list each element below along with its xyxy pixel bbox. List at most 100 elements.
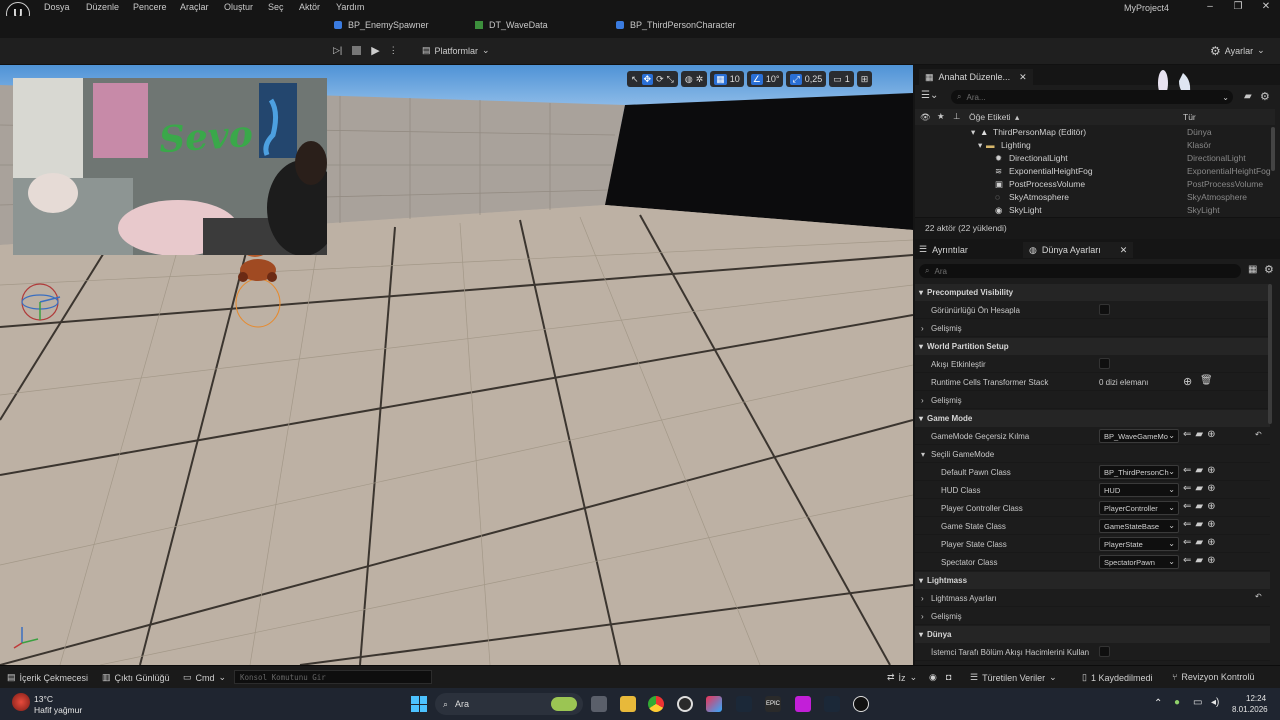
use-selected-icon[interactable]: ⇐ [1183, 501, 1191, 512]
add-icon[interactable]: ⊕ [1207, 537, 1215, 548]
weather-temp[interactable]: 13°C [34, 694, 53, 704]
outliner-search-input[interactable]: ⌕ Ara... ⌄ [951, 90, 1233, 104]
task-view-icon[interactable] [591, 696, 607, 712]
platforms-button[interactable]: ▤ Platformlar ⌄ [422, 42, 490, 59]
tab-details[interactable]: ☰ Ayrıntılar [919, 244, 968, 255]
tab-outliner[interactable]: ▦ Anahat Düzenle... ✕ [919, 69, 1033, 85]
filter-icon[interactable]: ☰⌄ [921, 90, 938, 101]
play-icon[interactable]: ▶ [371, 44, 379, 57]
steam-icon[interactable] [824, 696, 840, 712]
add-icon[interactable]: ⊕ [1207, 555, 1215, 566]
gamemode-override-dropdown[interactable]: BP_WaveGameMo ⌄ [1099, 429, 1179, 443]
app-icon[interactable] [795, 696, 811, 712]
menu-file[interactable]: Dosya [44, 2, 70, 12]
outliner-row-map[interactable]: ▾ ▲ ThirdPersonMap (Editör) Dünya [915, 127, 1275, 140]
prop-advanced-3[interactable]: › Gelişmiş [915, 607, 1270, 625]
browse-icon[interactable]: ▰ [1195, 501, 1203, 512]
taskbar-search[interactable]: ⌕ Ara [435, 693, 583, 715]
add-element-icon[interactable]: ⊕ [1183, 375, 1192, 388]
use-selected-icon[interactable]: ⇐ [1183, 483, 1191, 494]
revision-control-button[interactable]: ⑂ Revizyon Kontrolü [1172, 672, 1254, 682]
camera-icon[interactable]: ◘ [946, 672, 951, 682]
prop-selected-gamemode[interactable]: ▾ Seçili GameMode [915, 445, 1270, 463]
class-dropdown[interactable]: GameStateBase ⌄ [1099, 519, 1179, 533]
content-drawer-button[interactable]: ▤ İçerik Çekmecesi [7, 672, 88, 683]
tab-bp-enemyspawner[interactable]: BP_EnemySpawner [334, 20, 429, 30]
chrome-icon[interactable] [648, 696, 664, 712]
stop-icon[interactable] [352, 46, 362, 55]
outliner-row-skyatmosphere[interactable]: ◌ SkyAtmosphere SkyAtmosphere [915, 192, 1275, 205]
use-selected-icon[interactable]: ⇐ [1183, 555, 1191, 566]
reset-icon[interactable]: ↶ [1255, 592, 1262, 601]
chevron-up-icon[interactable]: ⌃ [1154, 698, 1162, 709]
camera-speed[interactable]: ▭ 1 [829, 71, 854, 87]
menu-help[interactable]: Yardım [336, 2, 364, 12]
gear-icon[interactable]: ⚙ [1260, 90, 1270, 103]
maximize-icon[interactable]: ❐ [1228, 1, 1248, 12]
network-icon[interactable]: ▭ [1193, 697, 1202, 708]
prop-advanced-2[interactable]: › Gelişmiş [915, 391, 1270, 409]
add-icon[interactable]: ⊕ [1207, 483, 1215, 494]
tab-dt-wavedata[interactable]: DT_WaveData [475, 20, 548, 30]
level-viewport[interactable]: Sevo [0, 65, 913, 665]
details-scrollbar[interactable] [1268, 284, 1272, 424]
tab-bp-thirdpersoncharacter[interactable]: BP_ThirdPersonCharacter [616, 20, 736, 30]
use-selected-icon[interactable]: ⇐ [1183, 465, 1191, 476]
add-icon[interactable]: ⊕ [1207, 465, 1215, 476]
browse-icon[interactable]: ▰ [1195, 519, 1203, 530]
table-view-icon[interactable]: ▦ [1248, 264, 1257, 275]
menu-actor[interactable]: Aktör [299, 2, 320, 12]
epic-games-icon[interactable]: EPIC [765, 696, 781, 712]
precompute-visibility-checkbox[interactable] [1099, 304, 1110, 315]
expand-arrow-icon[interactable]: ▾ [971, 127, 975, 138]
file-explorer-icon[interactable] [620, 696, 636, 712]
windows-start-icon[interactable] [411, 696, 427, 712]
browse-icon[interactable]: ▰ [1195, 429, 1203, 440]
add-icon[interactable]: ⊕ [1207, 501, 1215, 512]
settings-button[interactable]: ⚙ Ayarlar ⌄ [1210, 42, 1265, 59]
close-icon[interactable]: ✕ [1256, 1, 1276, 12]
derived-data-button[interactable]: ☰ Türetilen Veriler ⌄ [970, 672, 1057, 683]
add-icon[interactable]: ⊕ [1207, 429, 1215, 440]
outliner-row-lighting[interactable]: ▾ ▬ Lighting Klasör [915, 140, 1275, 153]
browse-icon[interactable]: ▰ [1195, 555, 1203, 566]
section-world-partition[interactable]: ▾ World Partition Setup [915, 338, 1270, 355]
outliner-scrollbar[interactable] [1271, 127, 1275, 171]
volume-icon[interactable]: ◂) [1211, 697, 1219, 708]
class-dropdown[interactable]: BP_ThirdPersonCh ⌄ [1099, 465, 1179, 479]
enable-streaming-checkbox[interactable] [1099, 358, 1110, 369]
trash-icon[interactable]: 🗑 [1200, 375, 1213, 386]
surface-snap-icon[interactable]: ✲ [696, 74, 704, 85]
close-icon[interactable]: ✕ [1019, 72, 1027, 83]
cmd-selector[interactable]: ▭ Cmd ⌄ [183, 672, 226, 683]
microphone-icon[interactable]: ● [1174, 697, 1180, 708]
unreal-engine-icon[interactable] [853, 696, 869, 712]
add-folder-icon[interactable]: ▰ [1244, 91, 1252, 102]
class-dropdown[interactable]: SpectatorPawn ⌄ [1099, 555, 1179, 569]
trace-button[interactable]: ⇄ İz ⌄ [887, 672, 917, 683]
browse-icon[interactable]: ▰ [1195, 537, 1203, 548]
use-selected-icon[interactable]: ⇐ [1183, 519, 1191, 530]
section-world[interactable]: ▾ Dünya [915, 626, 1270, 643]
class-dropdown[interactable]: PlayerController ⌄ [1099, 501, 1179, 515]
github-icon[interactable] [677, 696, 693, 712]
star-icon[interactable]: ★ [937, 111, 945, 122]
skip-icon[interactable]: ▷| [333, 45, 342, 56]
close-icon[interactable]: ✕ [1120, 245, 1128, 256]
reset-icon[interactable]: ↶ [1255, 430, 1262, 439]
menu-edit[interactable]: Düzenle [86, 2, 119, 12]
clock-time[interactable]: 12:24 [1246, 694, 1266, 703]
prop-lightmass-settings[interactable]: › Lightmass Ayarları ↶ [915, 589, 1270, 607]
use-selected-icon[interactable]: ⇐ [1183, 537, 1191, 548]
more-options-icon[interactable]: ⋮ [389, 45, 398, 56]
world-local-toggle[interactable]: ◍ ✲ [680, 71, 708, 87]
steam-icon[interactable] [736, 696, 752, 712]
browse-icon[interactable]: ▰ [1195, 465, 1203, 476]
client-streaming-checkbox[interactable] [1099, 646, 1110, 657]
use-selected-icon[interactable]: ⇐ [1183, 429, 1191, 440]
section-precomputed-visibility[interactable]: ▾ Precomputed Visibility [915, 284, 1270, 301]
gear-icon[interactable]: ⚙ [1264, 263, 1274, 276]
section-game-mode[interactable]: ▾ Game Mode [915, 410, 1270, 427]
tab-world-settings[interactable]: ◍ Dünya Ayarları ✕ [1023, 242, 1134, 258]
rotate-icon[interactable]: ⟳ [656, 74, 664, 85]
